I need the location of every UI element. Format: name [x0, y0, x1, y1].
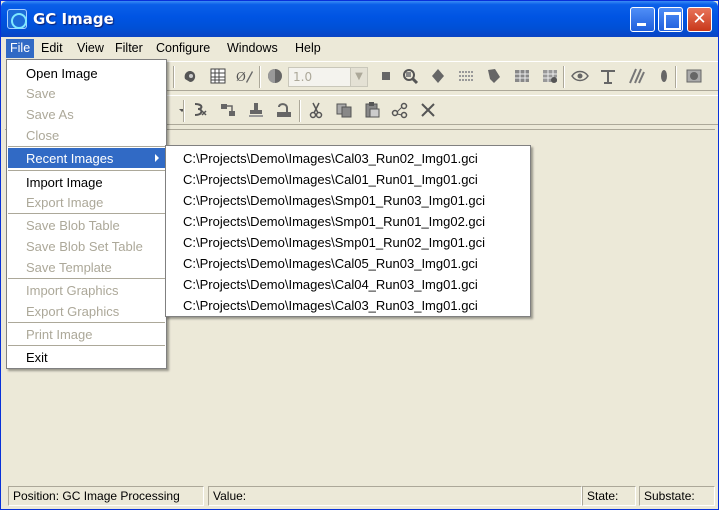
toolbar-separator: [183, 100, 185, 122]
recent-images-submenu: C:\Projects\Demo\Images\Cal03_Run02_Img0…: [165, 145, 531, 317]
toolbar-separator: [675, 66, 677, 88]
recent-image-item[interactable]: C:\Projects\Demo\Images\Smp01_Run02_Img0…: [167, 232, 529, 253]
drop-icon[interactable]: [655, 67, 673, 85]
chevron-down-icon[interactable]: [173, 101, 185, 119]
close-icon: ✕: [692, 9, 707, 29]
undo-stamp-icon[interactable]: [275, 101, 293, 119]
menu-windows[interactable]: Windows: [223, 39, 282, 58]
menu-item-save-as[interactable]: Save As: [8, 104, 165, 124]
status-substate: Substate:: [639, 486, 715, 506]
toolbar-separator: [259, 66, 261, 88]
menu-item-export-image[interactable]: Export Image: [8, 192, 165, 212]
slice-icon[interactable]: [627, 67, 645, 85]
menu-configure[interactable]: Configure: [152, 39, 214, 58]
close-button[interactable]: ✕: [687, 7, 712, 32]
toolbar-separator: [173, 66, 175, 88]
menu-bar: File Edit View Filter Configure Windows …: [1, 37, 718, 59]
peak-marker-icon[interactable]: [429, 67, 447, 85]
menu-item-save-blob-set-table[interactable]: Save Blob Set Table: [8, 236, 165, 256]
camera-icon[interactable]: [685, 67, 703, 85]
menu-separator: [8, 322, 165, 323]
menu-item-save-template[interactable]: Save Template: [8, 257, 165, 277]
svg-text:Ø: Ø: [236, 70, 246, 84]
menu-view[interactable]: View: [73, 39, 108, 58]
graph-nodes-icon[interactable]: [391, 101, 409, 119]
status-value: Value:: [208, 486, 582, 506]
paste-icon[interactable]: [363, 101, 381, 119]
menu-item-exit[interactable]: Exit: [8, 347, 165, 367]
status-state: State:: [582, 486, 636, 506]
menu-separator: [8, 213, 165, 214]
delete-icon[interactable]: [419, 101, 437, 119]
copy-icon[interactable]: [335, 101, 353, 119]
main-toolbar: Ø 1.0 ▼: [165, 61, 718, 91]
pipeline-icon[interactable]: [219, 101, 237, 119]
menu-filter[interactable]: Filter: [111, 39, 147, 58]
menu-item-close[interactable]: Close: [8, 125, 165, 145]
menu-separator: [8, 170, 165, 171]
menu-separator: [8, 345, 165, 346]
template-table-icon[interactable]: [513, 67, 531, 85]
status-bar: Position: GC Image Processing Value: Sta…: [1, 485, 718, 509]
submenu-arrow-icon: [155, 154, 159, 162]
menu-item-save[interactable]: Save: [8, 83, 165, 103]
menu-separator: [8, 146, 165, 147]
menu-help[interactable]: Help: [291, 39, 325, 58]
chevron-down-icon[interactable]: ▼: [350, 68, 367, 86]
menu-item-print-image[interactable]: Print Image: [8, 324, 165, 344]
recent-image-item[interactable]: C:\Projects\Demo\Images\Cal03_Run03_Img0…: [167, 295, 529, 316]
stamp-icon[interactable]: [247, 101, 265, 119]
toolbar-separator: [299, 100, 301, 122]
stop-icon[interactable]: [377, 67, 395, 85]
status-position: Position: GC Image Processing: [8, 486, 204, 506]
menu-file[interactable]: File: [6, 39, 35, 58]
blob-tool-icon[interactable]: [181, 67, 199, 85]
toolbar-separator: [563, 66, 565, 88]
eye-icon[interactable]: [571, 67, 589, 85]
minimize-button[interactable]: [630, 7, 655, 32]
script-icon[interactable]: [191, 101, 209, 119]
edit-toolbar: [165, 95, 718, 125]
recent-image-item[interactable]: C:\Projects\Demo\Images\Cal01_Run01_Img0…: [167, 169, 529, 190]
menu-item-open-image[interactable]: Open Image: [8, 63, 165, 83]
blob-table-icon[interactable]: [541, 67, 559, 85]
zoom-value: 1.0: [293, 70, 313, 84]
zoom-combo[interactable]: 1.0 ▼: [288, 67, 368, 87]
menu-item-save-blob-table[interactable]: Save Blob Table: [8, 215, 165, 235]
app-icon[interactable]: [7, 9, 27, 29]
polygon-icon[interactable]: [485, 67, 503, 85]
contrast-icon[interactable]: [266, 67, 284, 85]
maximize-button[interactable]: [658, 7, 683, 32]
zoom-region-icon[interactable]: [401, 67, 419, 85]
menu-item-import-image[interactable]: Import Image: [8, 172, 165, 192]
recent-image-item[interactable]: C:\Projects\Demo\Images\Smp01_Run03_Img0…: [167, 190, 529, 211]
menu-item-export-graphics[interactable]: Export Graphics: [8, 301, 165, 321]
window-title: GC Image: [33, 10, 114, 28]
recent-image-item[interactable]: C:\Projects\Demo\Images\Cal05_Run03_Img0…: [167, 253, 529, 274]
file-menu: Open Image Save Save As Close Recent Ima…: [6, 59, 167, 369]
recent-image-item[interactable]: C:\Projects\Demo\Images\Cal04_Run03_Img0…: [167, 274, 529, 295]
measure-icon[interactable]: [599, 67, 617, 85]
recent-image-item[interactable]: C:\Projects\Demo\Images\Smp01_Run01_Img0…: [167, 211, 529, 232]
menu-item-import-graphics[interactable]: Import Graphics: [8, 280, 165, 300]
grid-lines-icon[interactable]: [457, 67, 475, 85]
recent-image-item[interactable]: C:\Projects\Demo\Images\Cal03_Run02_Img0…: [167, 148, 529, 169]
title-bar[interactable]: GC Image ✕: [1, 1, 718, 37]
menu-edit[interactable]: Edit: [37, 39, 67, 58]
menu-separator: [8, 278, 165, 279]
menu-item-label: Recent Images: [26, 151, 114, 166]
app-window: GC Image ✕ File Edit View Filter Configu…: [0, 0, 719, 510]
cut-icon[interactable]: [307, 101, 325, 119]
menu-item-recent-images[interactable]: Recent Images: [8, 148, 165, 168]
table-icon[interactable]: [209, 67, 227, 85]
function-edit-icon[interactable]: Ø: [236, 67, 254, 85]
